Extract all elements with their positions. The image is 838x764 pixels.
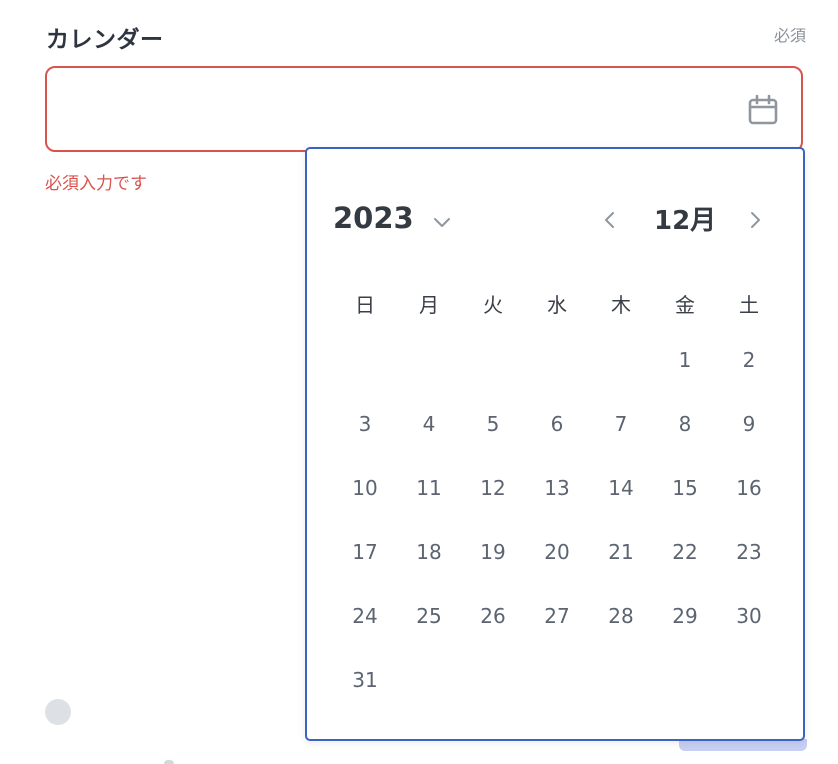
- day-cell[interactable]: 19: [468, 532, 518, 572]
- day-cell[interactable]: 18: [404, 532, 454, 572]
- day-cell[interactable]: 8: [660, 404, 710, 444]
- year-label[interactable]: 2023: [333, 201, 414, 235]
- day-cell[interactable]: 27: [532, 596, 582, 636]
- chevron-right-icon[interactable]: [744, 209, 766, 231]
- weekday-header: 金: [675, 292, 695, 317]
- day-cell[interactable]: 30: [724, 596, 774, 636]
- background-shape: [164, 760, 174, 764]
- day-cell[interactable]: 12: [468, 468, 518, 508]
- day-cell[interactable]: 3: [340, 404, 390, 444]
- weekday-header: 日: [355, 292, 375, 317]
- day-cell[interactable]: 25: [404, 596, 454, 636]
- day-cell[interactable]: 23: [724, 532, 774, 572]
- chevron-down-icon[interactable]: [431, 211, 453, 233]
- day-cell[interactable]: 31: [340, 660, 390, 700]
- day-cell[interactable]: 14: [596, 468, 646, 508]
- weekday-header: 月: [419, 292, 439, 317]
- date-picker-popup: 2023 12月 日月火水木金土 1 2 3 4 5 6 7 8 9 10 11 12 13 14 15 16 1…: [305, 147, 805, 741]
- month-label: 12月: [654, 206, 717, 236]
- day-cell[interactable]: 15: [660, 468, 710, 508]
- weekday-header: 木: [611, 292, 631, 317]
- weekday-header: 土: [739, 292, 759, 317]
- required-hint: 必須: [773, 26, 806, 45]
- day-cell[interactable]: 20: [532, 532, 582, 572]
- chevron-left-icon[interactable]: [599, 209, 621, 231]
- day-cell[interactable]: 2: [724, 340, 774, 380]
- day-cell[interactable]: 1: [660, 340, 710, 380]
- day-cell[interactable]: 29: [660, 596, 710, 636]
- day-cell[interactable]: 22: [660, 532, 710, 572]
- day-cell[interactable]: 5: [468, 404, 518, 444]
- day-cell[interactable]: 10: [340, 468, 390, 508]
- calendar-icon[interactable]: [747, 94, 779, 126]
- day-cell[interactable]: 28: [596, 596, 646, 636]
- date-input[interactable]: [45, 66, 803, 152]
- day-cell[interactable]: 9: [724, 404, 774, 444]
- day-cell[interactable]: 13: [532, 468, 582, 508]
- day-cell[interactable]: 24: [340, 596, 390, 636]
- weekday-header: 水: [547, 292, 567, 317]
- day-cell[interactable]: 17: [340, 532, 390, 572]
- background-circle: [45, 699, 71, 725]
- day-cell[interactable]: 21: [596, 532, 646, 572]
- field-label: カレンダー: [46, 27, 164, 53]
- day-cell[interactable]: 26: [468, 596, 518, 636]
- day-cell[interactable]: 16: [724, 468, 774, 508]
- weekday-header: 火: [483, 292, 503, 317]
- day-cell[interactable]: 4: [404, 404, 454, 444]
- day-cell[interactable]: 11: [404, 468, 454, 508]
- day-cell[interactable]: 6: [532, 404, 582, 444]
- day-cell[interactable]: 7: [596, 404, 646, 444]
- error-message: 必須入力です: [45, 174, 147, 194]
